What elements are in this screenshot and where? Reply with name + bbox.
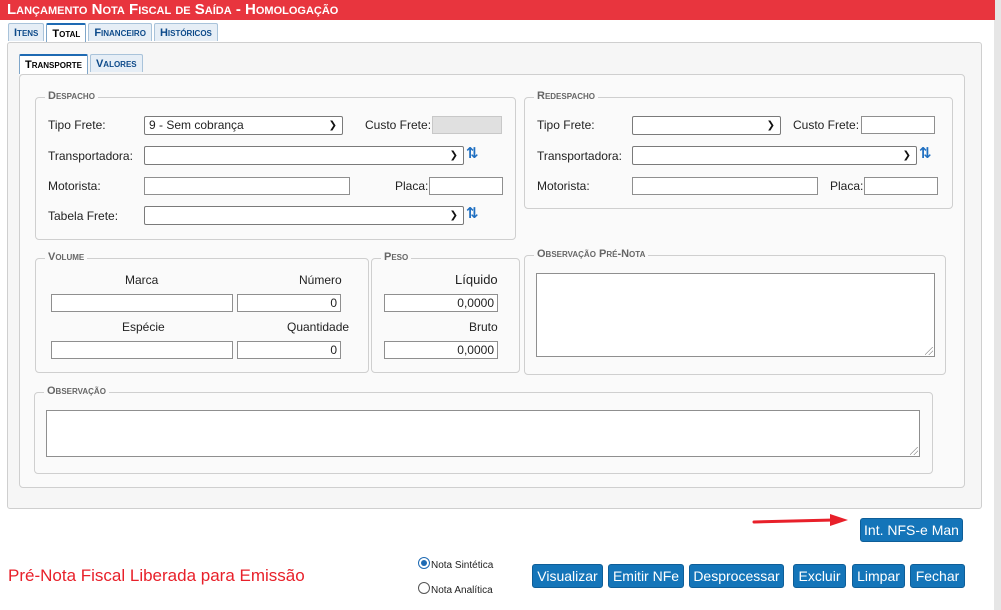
redespacho-motorista-input[interactable] (632, 177, 818, 195)
window-title: Lançamento Nota Fiscal de Saída - Homolo… (0, 0, 1001, 20)
nota-sintetica-radio[interactable] (418, 557, 430, 569)
despacho-legend: Despacho (45, 90, 98, 102)
tab-total[interactable]: Total (46, 23, 87, 43)
despacho-tipo-frete-select[interactable]: 9 - Sem cobrança ❯ (144, 116, 343, 135)
refresh-icon[interactable]: ⇅ (919, 146, 933, 162)
desprocessar-button[interactable]: Desprocessar (689, 564, 784, 588)
chevron-down-icon: ❯ (766, 120, 775, 131)
scrollbar[interactable] (994, 20, 1001, 610)
volume-marca-input[interactable] (51, 294, 233, 312)
arrow-right-icon (752, 514, 848, 526)
chevron-down-icon: ❯ (449, 210, 458, 221)
resize-grip-icon[interactable] (910, 447, 918, 455)
volume-quantidade-input[interactable]: 0 (237, 341, 341, 359)
redespacho-motorista-label: Motorista: (537, 179, 590, 193)
int-nfse-man-button[interactable]: Int. NFS-e Man (860, 518, 963, 542)
nota-sintetica-label: Nota Sintética (431, 560, 494, 571)
observacao-textarea[interactable] (46, 410, 920, 457)
status-message: Pré-Nota Fiscal Liberada para Emissão (8, 566, 305, 585)
refresh-icon[interactable]: ⇅ (466, 146, 480, 162)
resize-grip-icon[interactable] (925, 347, 933, 355)
redespacho-legend: Redespacho (534, 90, 599, 102)
emitir-nfe-button[interactable]: Emitir NFe (608, 564, 684, 588)
redespacho-custo-frete-label: Custo Frete: (793, 118, 860, 132)
redespacho-tipo-frete-label: Tipo Frete: (537, 118, 595, 132)
despacho-motorista-label: Motorista: (48, 179, 101, 193)
volume-especie-label: Espécie (122, 320, 165, 334)
peso-legend: Peso (381, 251, 412, 263)
observacao-pre-nota-textarea[interactable] (536, 273, 935, 357)
tab-transporte[interactable]: Transporte (19, 54, 88, 74)
visualizar-button[interactable]: Visualizar (532, 564, 603, 588)
redespacho-tipo-frete-select[interactable]: ❯ (632, 116, 781, 135)
despacho-transportadora-label: Transportadora: (48, 149, 133, 163)
nota-analitica-radio[interactable] (418, 582, 430, 594)
redespacho-transportadora-label: Transportadora: (537, 149, 622, 163)
volume-quantidade-label: Quantidade (287, 320, 350, 334)
despacho-motorista-input[interactable] (144, 177, 350, 195)
despacho-custo-frete-input (432, 116, 502, 134)
redespacho-custo-frete-input[interactable] (861, 116, 935, 134)
despacho-tipo-frete-value: 9 - Sem cobrança (149, 118, 244, 132)
volume-numero-label: Número (299, 273, 342, 287)
limpar-button[interactable]: Limpar (852, 564, 905, 588)
redespacho-transportadora-select[interactable]: ❯ (632, 146, 917, 165)
peso-bruto-input[interactable]: 0,0000 (384, 341, 498, 359)
chevron-down-icon: ❯ (328, 120, 337, 131)
volume-marca-label: Marca (125, 273, 159, 287)
fechar-button[interactable]: Fechar (910, 564, 965, 588)
excluir-button[interactable]: Excluir (793, 564, 846, 588)
nota-analitica-label: Nota Analítica (431, 585, 493, 596)
sub-tabs: Transporte Valores (19, 54, 143, 74)
tab-historicos[interactable]: Históricos (153, 23, 218, 41)
despacho-tabela-frete-label: Tabela Frete: (48, 209, 119, 223)
despacho-placa-input[interactable] (429, 177, 503, 195)
tab-valores[interactable]: Valores (89, 54, 143, 72)
refresh-icon[interactable]: ⇅ (466, 206, 480, 222)
despacho-tabela-frete-select[interactable]: ❯ (144, 206, 464, 225)
volume-especie-input[interactable] (51, 341, 233, 359)
peso-liquido-label: Líquido (455, 272, 498, 287)
chevron-down-icon: ❯ (902, 150, 911, 161)
chevron-down-icon: ❯ (449, 150, 458, 161)
volume-legend: Volume (45, 251, 88, 263)
main-tabs: Itens Total Financeiro Históricos (8, 23, 218, 43)
tab-financeiro[interactable]: Financeiro (88, 23, 152, 41)
despacho-placa-label: Placa: (395, 179, 429, 193)
tab-itens[interactable]: Itens (8, 23, 45, 41)
observacao-pre-nota-legend: Observação Pré-Nota (534, 248, 649, 260)
despacho-custo-frete-label: Custo Frete: (365, 118, 432, 132)
redespacho-placa-label: Placa: (830, 179, 864, 193)
peso-bruto-label: Bruto (469, 320, 498, 334)
despacho-tipo-frete-label: Tipo Frete: (48, 118, 106, 132)
observacao-legend: Observação (44, 385, 109, 397)
redespacho-placa-input[interactable] (864, 177, 938, 195)
volume-numero-input[interactable]: 0 (237, 294, 341, 312)
despacho-transportadora-select[interactable]: ❯ (144, 146, 464, 165)
peso-liquido-input[interactable]: 0,0000 (384, 294, 498, 312)
